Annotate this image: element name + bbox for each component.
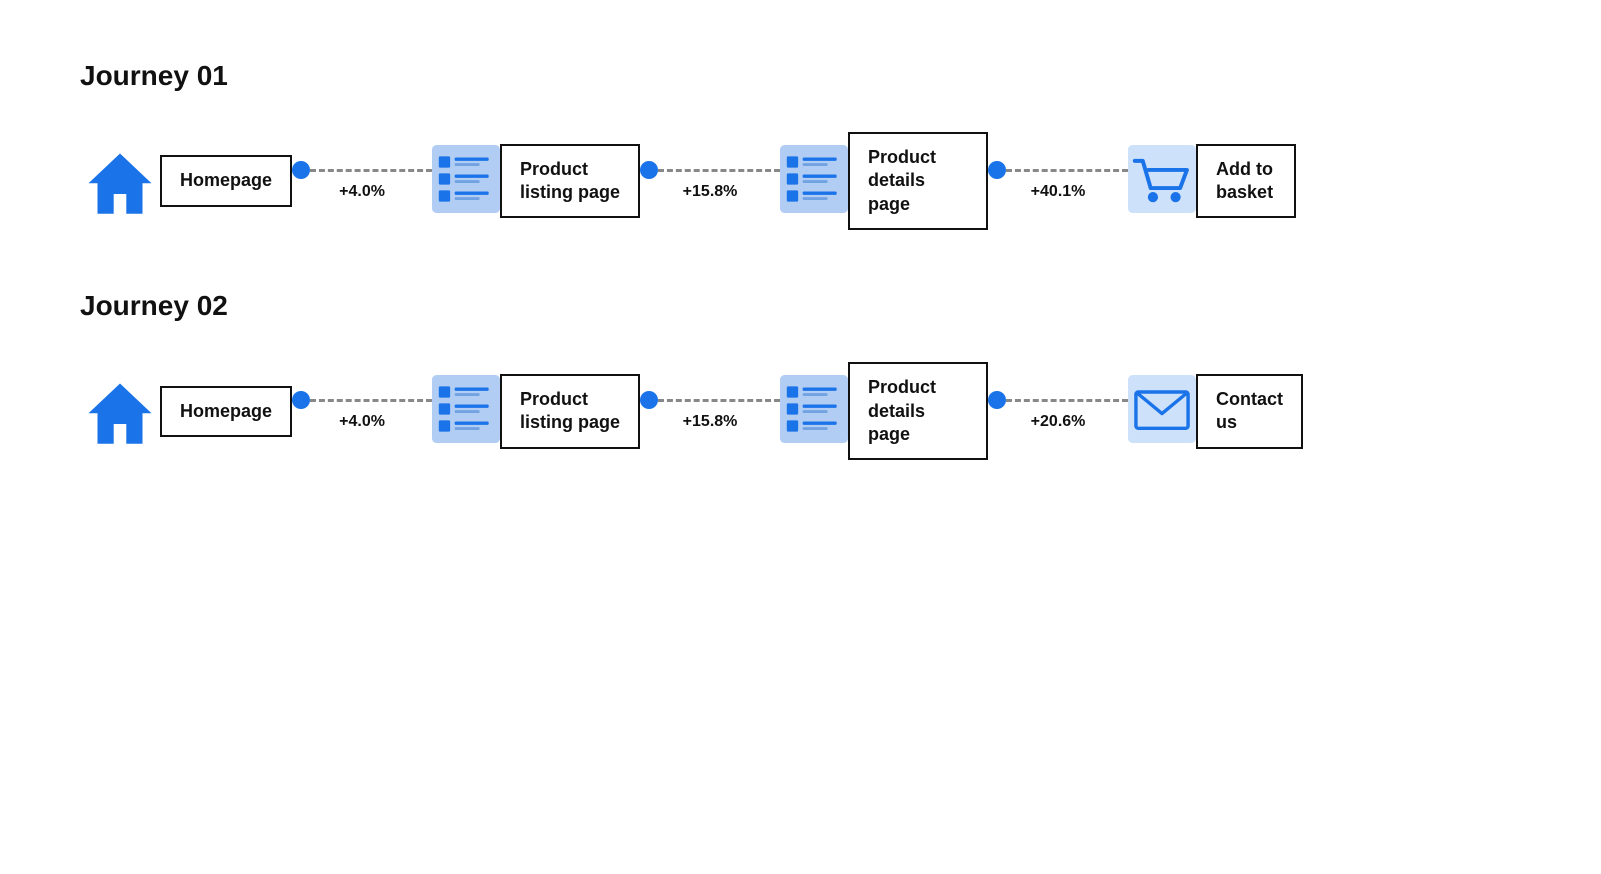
connector-line-1-2 xyxy=(640,391,780,409)
connector-pct-0-2: +4.0% xyxy=(339,413,385,431)
list-icon-2-2 xyxy=(780,375,848,448)
step-label-homepage-1: Homepage xyxy=(160,155,292,206)
connector-pct-0-1: +4.0% xyxy=(339,183,385,201)
step-product-listing-1: Product listing page xyxy=(432,144,640,219)
connector-line-2-2 xyxy=(988,391,1128,409)
connector-dot-0-1 xyxy=(292,161,310,179)
connector-0-2: +4.0% xyxy=(292,391,432,431)
step-label-product-details-1: Product details page xyxy=(848,132,988,230)
list-icon-1-2 xyxy=(432,375,500,448)
connector-pct-1-1: +15.8% xyxy=(683,183,738,201)
journey-title-2: Journey 02 xyxy=(80,290,1521,322)
list-icon-1-1 xyxy=(432,145,500,218)
connector-1-2: +15.8% xyxy=(640,391,780,431)
home-icon-0-2 xyxy=(80,371,160,451)
journey-title-1: Journey 01 xyxy=(80,60,1521,92)
step-label-contact-us-2: Contact us xyxy=(1196,374,1303,449)
step-homepage-1: Homepage xyxy=(80,141,292,221)
list-icon-2-1 xyxy=(780,145,848,218)
connector-dashes-0-2 xyxy=(310,399,432,402)
journey-flow-1: Homepage +4.0% Product listing page +15.8% xyxy=(80,132,1521,230)
connector-dot-0-2 xyxy=(292,391,310,409)
email-icon-3-2 xyxy=(1128,375,1196,448)
connector-dashes-1-2 xyxy=(658,399,780,402)
connector-1-1: +15.8% xyxy=(640,161,780,201)
connector-0-1: +4.0% xyxy=(292,161,432,201)
step-product-details-2: Product details page xyxy=(780,362,988,460)
connector-line-0-1 xyxy=(292,161,432,179)
connector-dot-2-2 xyxy=(988,391,1006,409)
connector-2-1: +40.1% xyxy=(988,161,1128,201)
step-homepage-2: Homepage xyxy=(80,371,292,451)
step-label-product-listing-1: Product listing page xyxy=(500,144,640,219)
connector-pct-2-2: +20.6% xyxy=(1031,413,1086,431)
step-product-listing-2: Product listing page xyxy=(432,374,640,449)
connector-dashes-2-1 xyxy=(1006,169,1128,172)
connector-2-2: +20.6% xyxy=(988,391,1128,431)
page-container: Journey 01 Homepage +4.0% Product listing… xyxy=(80,60,1521,460)
connector-dashes-2-2 xyxy=(1006,399,1128,402)
connector-dot-2-1 xyxy=(988,161,1006,179)
cart-icon-3-1 xyxy=(1128,145,1196,218)
connector-line-2-1 xyxy=(988,161,1128,179)
step-label-product-details-2: Product details page xyxy=(848,362,988,460)
journey-section-2: Journey 02 Homepage +4.0% Product listing… xyxy=(80,290,1521,460)
step-contact-us-2: Contact us xyxy=(1128,374,1303,449)
step-label-add-to-basket-1: Add to basket xyxy=(1196,144,1296,219)
connector-dot-1-1 xyxy=(640,161,658,179)
connector-pct-2-1: +40.1% xyxy=(1031,183,1086,201)
journey-flow-2: Homepage +4.0% Product listing page +15.8% xyxy=(80,362,1521,460)
home-icon-0-1 xyxy=(80,141,160,221)
connector-line-1-1 xyxy=(640,161,780,179)
connector-pct-1-2: +15.8% xyxy=(683,413,738,431)
connector-dashes-1-1 xyxy=(658,169,780,172)
journey-section-1: Journey 01 Homepage +4.0% Product listing… xyxy=(80,60,1521,230)
step-add-to-basket-1: Add to basket xyxy=(1128,144,1296,219)
connector-line-0-2 xyxy=(292,391,432,409)
step-label-product-listing-2: Product listing page xyxy=(500,374,640,449)
step-product-details-1: Product details page xyxy=(780,132,988,230)
step-label-homepage-2: Homepage xyxy=(160,386,292,437)
connector-dot-1-2 xyxy=(640,391,658,409)
connector-dashes-0-1 xyxy=(310,169,432,172)
